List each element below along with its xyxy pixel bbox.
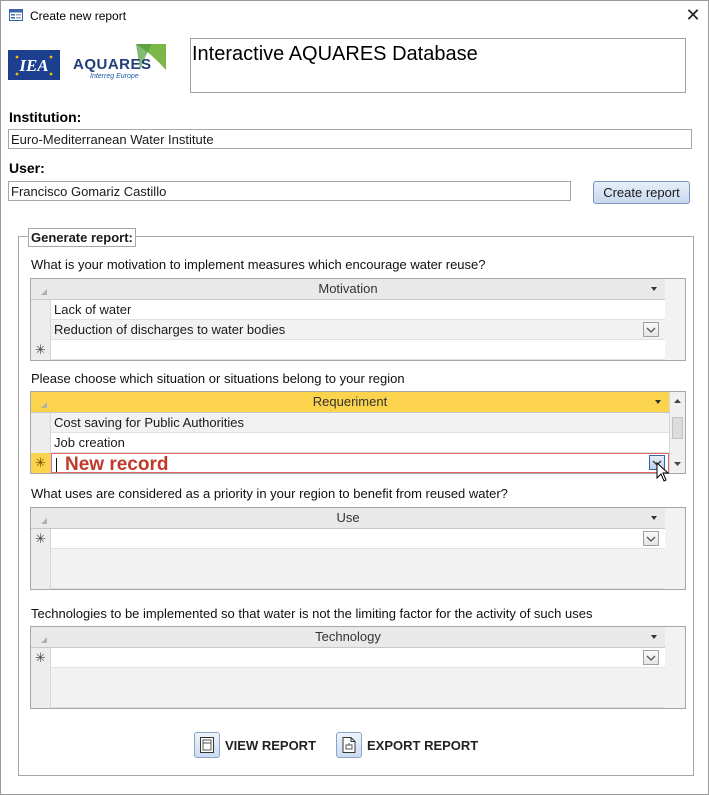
use-header[interactable]: Use xyxy=(31,508,665,529)
motivation-subform: Motivation Lack of water Reduction of di… xyxy=(30,278,686,361)
technology-new-cell[interactable] xyxy=(51,648,665,668)
requirement-question: Please choose which situation or situati… xyxy=(31,371,405,386)
new-row-icon: ✳ xyxy=(31,340,51,360)
form-icon xyxy=(9,9,23,21)
requirement-scrollbar[interactable] xyxy=(669,392,685,473)
new-record-placeholder: New record xyxy=(65,454,169,473)
new-row-icon: ✳ xyxy=(31,529,51,549)
chevron-down-icon xyxy=(646,655,656,661)
combo-dropdown-button[interactable] xyxy=(643,531,659,546)
row-selector-column xyxy=(31,549,51,589)
database-title: Interactive AQUARES Database xyxy=(192,43,478,65)
scroll-thumb[interactable] xyxy=(672,417,683,439)
requirement-row[interactable]: Cost saving for Public Authorities xyxy=(31,413,669,433)
motivation-header[interactable]: Motivation xyxy=(31,279,665,300)
requirement-cell[interactable]: Job creation xyxy=(51,433,669,453)
technology-header[interactable]: Technology xyxy=(31,627,665,648)
scroll-down-icon[interactable] xyxy=(670,457,685,471)
export-report-button[interactable]: EXPORT REPORT xyxy=(336,732,478,758)
column-dropdown-icon[interactable] xyxy=(655,400,661,404)
use-empty-area xyxy=(31,549,665,589)
requirement-column-title: Requeriment xyxy=(312,394,388,409)
use-question: What uses are considered as a priority i… xyxy=(31,486,508,501)
new-record-cell[interactable]: New record xyxy=(51,453,669,473)
select-all-corner[interactable] xyxy=(31,627,51,647)
svg-text:IEA: IEA xyxy=(18,56,48,75)
aquares-logo: AQUARES Interreg Europe xyxy=(70,42,170,84)
use-subform: Use ✳ xyxy=(30,507,686,590)
institution-label: Institution: xyxy=(9,109,82,125)
select-all-corner[interactable] xyxy=(31,392,51,412)
user-field[interactable]: Francisco Gomariz Castillo xyxy=(8,181,571,201)
technology-question: Technologies to be implemented so that w… xyxy=(31,606,593,621)
technology-column-title: Technology xyxy=(315,629,381,644)
use-new-row[interactable]: ✳ xyxy=(31,529,665,549)
use-new-cell[interactable] xyxy=(51,529,665,549)
aquares-subtitle: Interreg Europe xyxy=(90,73,139,80)
scroll-up-icon[interactable] xyxy=(670,394,685,408)
empty-area xyxy=(51,549,665,589)
motivation-row[interactable]: Reduction of discharges to water bodies xyxy=(31,320,665,340)
chevron-down-icon xyxy=(646,536,656,542)
requirement-new-row[interactable]: ✳ New record xyxy=(31,453,669,473)
new-row-icon: ✳ xyxy=(31,453,51,473)
motivation-column-title: Motivation xyxy=(318,281,378,296)
view-report-button[interactable]: VIEW REPORT xyxy=(194,732,316,758)
row-selector[interactable] xyxy=(31,433,51,453)
mouse-pointer-icon xyxy=(656,462,670,482)
export-icon xyxy=(336,732,362,758)
row-selector-column xyxy=(31,668,51,708)
row-selector[interactable] xyxy=(31,413,51,433)
technology-new-row[interactable]: ✳ xyxy=(31,648,665,668)
user-label: User: xyxy=(9,160,45,176)
motivation-new-cell[interactable] xyxy=(51,340,665,360)
report-view-icon xyxy=(194,732,220,758)
create-report-button[interactable]: Create report xyxy=(593,181,690,204)
new-row-icon: ✳ xyxy=(31,648,51,668)
technology-subform: Technology ✳ xyxy=(30,626,686,709)
motivation-new-row[interactable]: ✳ xyxy=(31,340,665,360)
view-report-label: VIEW REPORT xyxy=(225,737,317,753)
requirement-subform: Requeriment Cost saving for Public Autho… xyxy=(30,391,686,474)
close-button[interactable]: ✕ xyxy=(680,2,706,28)
select-all-corner[interactable] xyxy=(31,508,51,528)
motivation-row[interactable]: Lack of water xyxy=(31,300,665,320)
requirement-cell[interactable]: Cost saving for Public Authorities xyxy=(51,413,669,433)
combo-dropdown-button[interactable] xyxy=(643,322,659,337)
requirement-row[interactable]: Job creation xyxy=(31,433,669,453)
use-column-title: Use xyxy=(336,510,360,525)
window-title: Create new report xyxy=(30,9,127,23)
generate-report-legend: Generate report: xyxy=(28,228,136,247)
iea-logo: IEA xyxy=(8,50,60,80)
row-selector[interactable] xyxy=(31,320,51,340)
motivation-cell[interactable]: Reduction of discharges to water bodies xyxy=(51,320,665,340)
row-selector[interactable] xyxy=(31,300,51,320)
motivation-question: What is your motivation to implement mea… xyxy=(31,257,486,272)
technology-empty-area xyxy=(31,668,665,708)
empty-area xyxy=(51,668,665,708)
export-report-label: EXPORT REPORT xyxy=(367,737,479,753)
column-dropdown-icon[interactable] xyxy=(651,287,657,291)
requirement-header[interactable]: Requeriment xyxy=(31,392,669,413)
text-cursor xyxy=(56,457,57,472)
combo-dropdown-button[interactable] xyxy=(643,650,659,665)
aquares-name: AQUARES xyxy=(73,56,152,73)
select-all-corner[interactable] xyxy=(31,279,51,299)
institution-field[interactable]: Euro-Mediterranean Water Institute xyxy=(8,129,692,149)
column-dropdown-icon[interactable] xyxy=(651,516,657,520)
motivation-cell[interactable]: Lack of water xyxy=(51,300,665,320)
column-dropdown-icon[interactable] xyxy=(651,635,657,639)
chevron-down-icon xyxy=(646,327,656,333)
